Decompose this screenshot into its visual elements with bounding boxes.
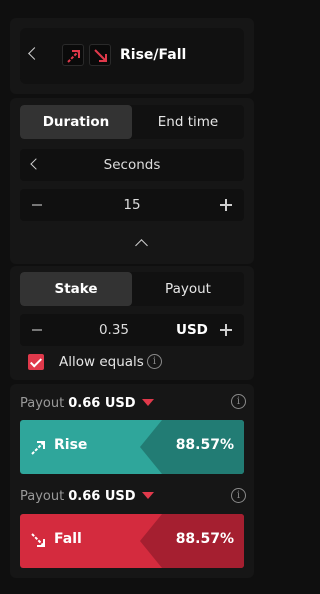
duration-unit-selector[interactable]: Seconds <box>20 149 244 181</box>
info-icon[interactable]: i <box>147 354 162 369</box>
plus-icon[interactable] <box>220 324 232 336</box>
stake-currency: USD <box>176 322 208 338</box>
chevron-up-icon[interactable] <box>135 239 148 252</box>
fall-arrow-icon <box>89 44 111 66</box>
rise-arrow-icon <box>62 44 84 66</box>
payout-label: Payout <box>20 396 65 411</box>
trade-type-panel: Rise/Fall <box>10 18 254 94</box>
purchase-rise-button[interactable]: Rise 88.57% <box>20 420 244 474</box>
minus-icon[interactable] <box>32 329 42 331</box>
duration-unit: Seconds <box>103 157 161 173</box>
caret-down-icon[interactable] <box>141 399 154 406</box>
stake-amount-input[interactable]: 0.35 <box>99 322 129 338</box>
fall-percentage: 88.57% <box>175 531 234 547</box>
duration-panel: Duration End time Seconds 15 <box>10 98 254 264</box>
info-icon[interactable]: i <box>231 394 246 409</box>
duration-stepper: 15 <box>20 189 244 221</box>
purchase-panel: Payout 0.66 USD i Rise 88.57% Payout 0.66 … <box>10 384 254 578</box>
fall-payout-info: Payout 0.66 USD <box>20 489 154 504</box>
stake-stepper: 0.35 USD <box>20 314 244 346</box>
duration-value-input[interactable]: 15 <box>20 189 244 221</box>
rise-payout-amount: 0.66 USD <box>68 396 136 411</box>
tab-payout[interactable]: Payout <box>132 272 244 306</box>
duration-mode-toggle: Duration End time <box>20 105 244 139</box>
fall-label: Fall <box>54 531 82 547</box>
purchase-fall-button[interactable]: Fall 88.57% <box>20 514 244 568</box>
rise-percentage: 88.57% <box>175 437 234 453</box>
info-icon[interactable]: i <box>231 488 246 503</box>
fall-payout-amount: 0.66 USD <box>68 489 136 504</box>
tab-duration[interactable]: Duration <box>20 105 132 139</box>
rise-label: Rise <box>54 437 88 453</box>
trade-type-label: Rise/Fall <box>120 47 187 63</box>
trade-type-selector[interactable]: Rise/Fall <box>20 28 244 84</box>
fall-arrow-icon <box>30 532 48 550</box>
stake-panel: Stake Payout 0.35 USD Allow equals i <box>10 266 254 380</box>
caret-down-icon[interactable] <box>141 492 154 499</box>
stake-mode-toggle: Stake Payout <box>20 272 244 306</box>
plus-icon[interactable] <box>220 199 232 211</box>
rise-arrow-icon <box>30 438 48 456</box>
allow-equals-checkbox[interactable] <box>28 354 44 370</box>
rise-payout-info: Payout 0.66 USD <box>20 396 154 411</box>
tab-stake[interactable]: Stake <box>20 272 132 306</box>
chevron-left-icon[interactable] <box>28 47 41 60</box>
allow-equals-label: Allow equals <box>59 354 144 370</box>
payout-label: Payout <box>20 489 65 504</box>
tab-end-time[interactable]: End time <box>132 105 244 139</box>
